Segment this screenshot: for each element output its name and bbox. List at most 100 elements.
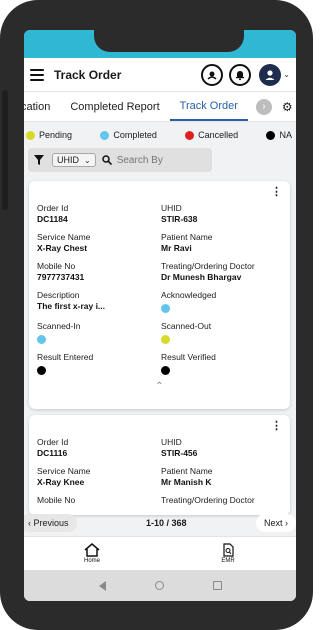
field-label: Service Name xyxy=(37,232,91,242)
document-search-icon xyxy=(223,543,234,557)
field-label: Mobile No xyxy=(37,261,76,271)
result-entered-field: Result Entered xyxy=(37,352,161,375)
home-icon xyxy=(84,543,100,557)
scanned-in-field: Scanned-In xyxy=(37,321,161,344)
field-label: Scanned-Out xyxy=(161,321,212,331)
doctor-field: Treating/Ordering Doctor Dr Munesh Bharga… xyxy=(161,261,285,282)
order-details: Order Id DC1116 UHID STIR-456 Service Name… xyxy=(37,437,282,505)
acknowledged-field: Acknowledged xyxy=(161,290,285,313)
patient-field: Patient Name Mr Manish K xyxy=(161,466,285,487)
more-vertical-icon[interactable]: ⋮ xyxy=(271,421,282,432)
tabs-scroll-right-icon[interactable]: › xyxy=(255,98,272,115)
order-id-value: DC1116 xyxy=(37,448,68,458)
back-icon[interactable] xyxy=(98,580,106,591)
field-label: Service Name xyxy=(37,466,91,476)
search-icon xyxy=(101,155,112,165)
chevron-up-icon[interactable]: ⌃ xyxy=(37,381,282,395)
previous-page-button[interactable]: ‹ Previous xyxy=(24,514,77,532)
app-screen: Track Order ⌄ cation Completed Report Tr… xyxy=(24,30,296,601)
status-dot xyxy=(161,366,170,375)
legend-pending: Pending xyxy=(26,130,72,140)
bottom-navigation: Home EMR xyxy=(24,536,296,570)
service-field: Service Name X-Ray Chest xyxy=(37,232,161,253)
description-value: The first x-ray i... xyxy=(37,301,106,311)
service-field: Service Name X-Ray Knee xyxy=(37,466,161,487)
support-agent-button[interactable] xyxy=(201,63,224,86)
nav-emr[interactable]: EMR xyxy=(220,543,236,564)
nav-label: EMR xyxy=(221,558,235,564)
headset-icon xyxy=(207,71,217,80)
field-label: UHID xyxy=(161,437,182,447)
order-id-value: DC1184 xyxy=(37,214,68,224)
hamburger-menu-icon[interactable] xyxy=(30,68,44,81)
field-label: Order Id xyxy=(37,437,69,447)
chevron-down-icon[interactable]: ⌄ xyxy=(283,70,290,79)
legend-label: Pending xyxy=(39,130,73,140)
field-label: Scanned-In xyxy=(37,321,81,331)
patient-value: Mr Ravi xyxy=(161,243,192,253)
patient-value: Mr Manish K xyxy=(161,477,212,487)
next-label: Next xyxy=(263,518,283,528)
field-label: Acknowledged xyxy=(161,290,217,300)
nav-home[interactable]: Home xyxy=(84,543,100,564)
uhid-field: UHID STIR-638 xyxy=(161,203,285,224)
scanned-out-field: Scanned-Out xyxy=(161,321,285,344)
app-header: Track Order ⌄ xyxy=(24,58,296,92)
notification-button[interactable] xyxy=(229,63,252,86)
service-value: X-Ray Chest xyxy=(37,243,88,253)
home-circle-icon[interactable] xyxy=(154,581,164,590)
system-navigation-bar xyxy=(24,570,296,601)
uhid-value: STIR-456 xyxy=(161,448,198,458)
order-card[interactable]: ⋮ Order Id DC1116 UHID STIR-456 Service Na… xyxy=(29,415,290,515)
uhid-value: STIR-638 xyxy=(161,214,198,224)
field-label: Order Id xyxy=(37,203,69,213)
tab-track-order[interactable]: Track Order xyxy=(169,92,248,121)
search-filter-bar: UHID ⌄ xyxy=(28,148,212,172)
recent-apps-icon[interactable] xyxy=(212,581,222,590)
legend-dot xyxy=(26,130,35,140)
service-value: X-Ray Knee xyxy=(37,477,85,487)
nav-label: Home xyxy=(83,558,100,564)
search-field-select[interactable]: UHID ⌄ xyxy=(52,153,96,167)
more-vertical-icon[interactable]: ⋮ xyxy=(271,187,282,198)
next-page-button[interactable]: Next › xyxy=(255,514,296,532)
phone-frame: Track Order ⌄ cation Completed Report Tr… xyxy=(0,0,313,630)
status-dot xyxy=(37,335,46,344)
field-label: Patient Name xyxy=(161,466,213,476)
legend-dot xyxy=(185,130,195,140)
order-id-field: Order Id DC1184 xyxy=(37,203,161,224)
previous-label: Previous xyxy=(33,518,69,528)
status-legend: Pending Completed Cancelled NA xyxy=(24,122,296,140)
field-label: Result Entered xyxy=(37,352,94,362)
doctor-value: Dr Munesh Bhargav xyxy=(161,272,242,282)
user-avatar[interactable] xyxy=(259,63,282,86)
legend-label: Completed xyxy=(113,130,157,140)
mobile-value: 7977737431 xyxy=(37,272,85,282)
status-dot xyxy=(161,335,170,344)
description-field: Description The first x-ray i... xyxy=(37,290,161,313)
phone-side-button xyxy=(2,90,8,210)
chevron-down-icon: ⌄ xyxy=(84,155,91,165)
result-verified-field: Result Verified xyxy=(161,352,285,375)
field-label: UHID xyxy=(161,203,182,213)
filter-icon[interactable] xyxy=(34,155,44,165)
tab-investigation[interactable]: cation xyxy=(24,92,60,121)
order-id-field: Order Id DC1116 xyxy=(37,437,161,458)
tab-completed-report[interactable]: Completed Report xyxy=(60,92,169,121)
legend-dot xyxy=(100,130,110,140)
legend-dot xyxy=(266,130,276,140)
search-input[interactable] xyxy=(116,154,199,166)
order-card[interactable]: ⋮ Order Id DC1184 UHID STIR-638 Service Na… xyxy=(29,181,290,409)
bell-icon xyxy=(236,70,245,80)
pagination: ‹ Previous 1-10 / 368 Next › xyxy=(24,510,296,536)
field-label: Result Verified xyxy=(161,352,216,362)
legend-label: NA xyxy=(279,130,292,140)
legend-cancelled: Cancelled xyxy=(185,130,238,140)
page-range: 1-10 / 368 xyxy=(145,518,187,528)
status-dot xyxy=(37,366,46,375)
mobile-field: Mobile No xyxy=(37,495,161,505)
patient-field: Patient Name Mr Ravi xyxy=(161,232,285,253)
tab-bar: cation Completed Report Track Order › ⚙ xyxy=(24,92,296,122)
gear-icon[interactable]: ⚙ xyxy=(282,100,293,114)
legend-na: NA xyxy=(266,130,292,140)
